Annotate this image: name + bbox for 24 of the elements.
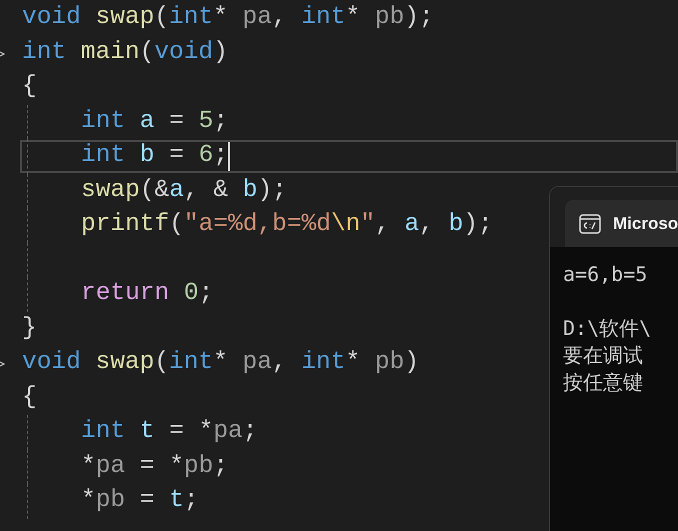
fold-chevron-icon[interactable]	[0, 361, 5, 367]
fold-chevron-icon[interactable]	[0, 50, 5, 56]
code-line: *pa = *pb;	[81, 452, 228, 482]
console-title: Microso	[613, 212, 678, 235]
code-line: {	[22, 72, 37, 102]
code-line: *pb = t;	[81, 486, 199, 516]
code-line: return 0;	[81, 279, 214, 310]
code-line: printf("a=%d,b=%d\n", a, b);	[81, 210, 493, 240]
terminal-icon	[579, 214, 601, 234]
code-line: void swap(int* pa, int* pb)	[22, 348, 419, 378]
console-output-line: a=6,b=5	[563, 261, 648, 288]
console-output-line: D:\软件\	[563, 315, 652, 342]
code-line: int b = 6;	[81, 141, 228, 172]
code-line: {	[22, 382, 37, 413]
console-tab[interactable]: Microso	[565, 200, 678, 247]
code-line: int a = 5;	[81, 106, 228, 137]
console-output-line: 要在调试	[563, 342, 644, 369]
code-line: int main(void)	[22, 38, 228, 68]
code-line: swap(&a, & b);	[81, 176, 287, 206]
code-line: int t = *pa;	[81, 417, 258, 448]
code-line: }	[22, 314, 37, 344]
console-output-line: 按任意键	[563, 369, 644, 396]
code-line: void swap(int* pa, int* pb);	[22, 3, 434, 34]
text-cursor	[228, 141, 230, 172]
